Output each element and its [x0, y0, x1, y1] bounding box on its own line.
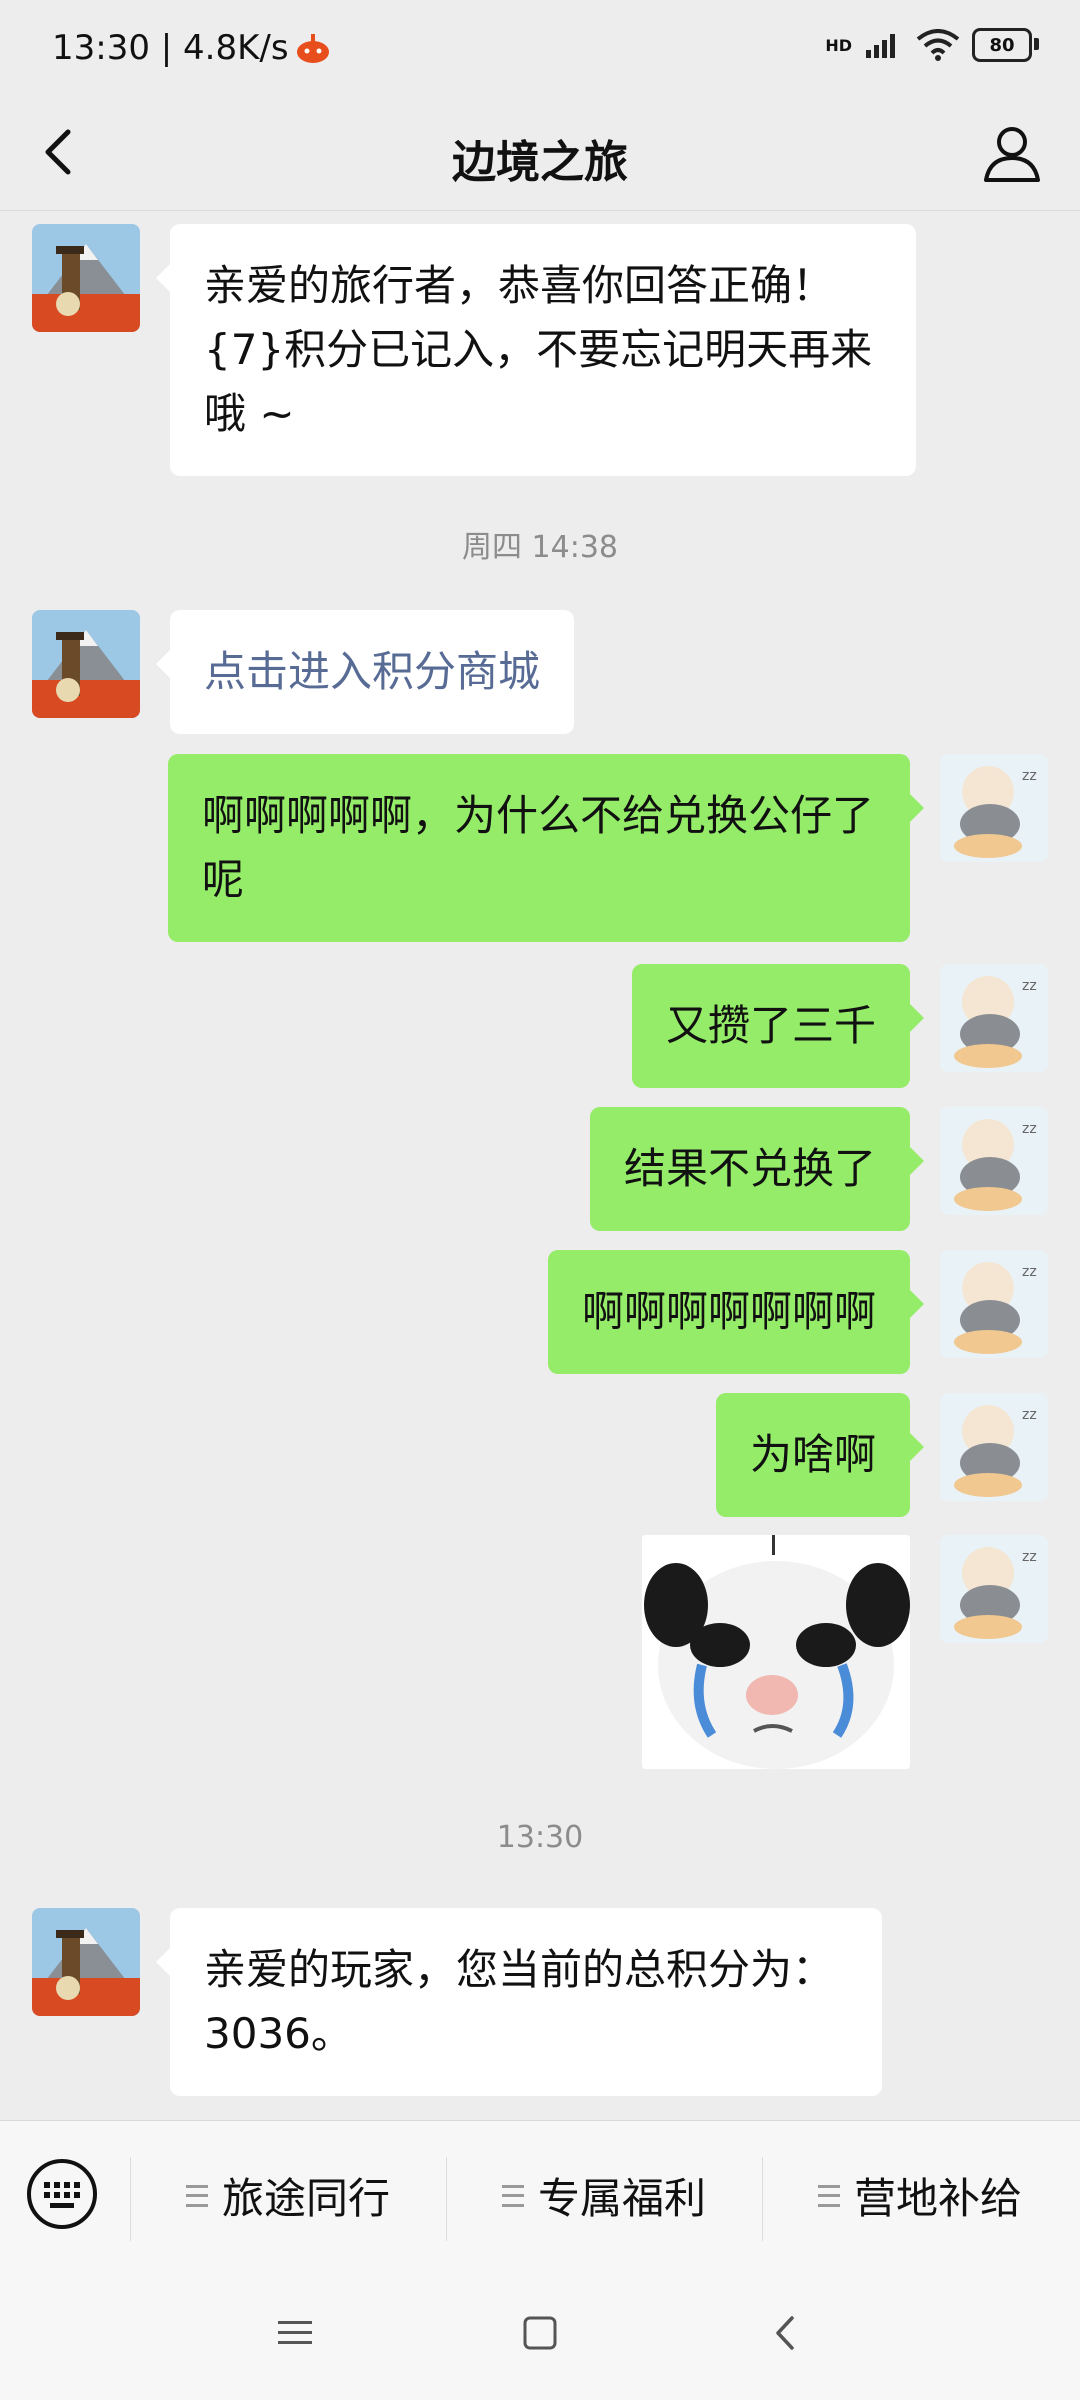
home-icon[interactable]	[515, 2308, 565, 2358]
network-type: HD	[825, 35, 852, 55]
menu-icon[interactable]	[270, 2308, 320, 2358]
message-bubble-outgoing[interactable]: 为啥啊	[715, 1393, 925, 1517]
message-bubble-outgoing[interactable]: 啊啊啊啊啊啊啊	[547, 1250, 925, 1374]
chat-header: 边境之旅	[0, 100, 1080, 211]
menu-divider	[762, 2157, 763, 2241]
user-avatar[interactable]: zz	[940, 1535, 1048, 1643]
sleeping-baby-avatar-icon: zz	[940, 754, 1048, 862]
timestamp: 周四 14:38	[462, 530, 618, 565]
menu-item-supply[interactable]: 营地补给	[818, 2165, 1022, 2226]
message-text: 结果不兑换了	[623, 1144, 876, 1193]
user-avatar[interactable]: zz	[940, 1250, 1048, 1358]
svg-text:zz: zz	[1022, 1407, 1037, 1423]
user-avatar[interactable]: zz	[940, 1393, 1048, 1501]
message-text: 啊啊啊啊啊，为什么不给兑换公仔了呢	[202, 791, 875, 904]
panda-crying-icon	[642, 1535, 910, 1769]
bot-avatar[interactable]	[32, 610, 140, 718]
message-text: 为啥啊	[749, 1430, 876, 1479]
svg-text:zz: zz	[1022, 1121, 1037, 1137]
person-icon[interactable]	[980, 120, 1044, 184]
wifi-icon	[916, 29, 960, 61]
message-bubble-incoming[interactable]: 亲爱的玩家，您当前的总积分为：3036。	[156, 1908, 882, 2096]
svg-text:zz: zz	[1022, 768, 1037, 784]
svg-text:zz: zz	[1022, 1549, 1037, 1565]
message-bubble-incoming[interactable]: 点击进入积分商城	[155, 610, 575, 734]
timestamp: 13:30	[496, 1820, 584, 1855]
sleeping-baby-avatar-icon: zz	[940, 1250, 1048, 1358]
sleeping-baby-avatar-icon: zz	[940, 1393, 1048, 1501]
status-bar: 13:30 | 4.8K/s HD 80	[0, 0, 1080, 100]
message-text: 亲爱的玩家，您当前的总积分为：3036。	[204, 1945, 835, 2058]
menu-lines-icon	[186, 2184, 208, 2207]
menu-item-benefits[interactable]: 专属福利	[502, 2165, 706, 2226]
signal-icon	[866, 34, 895, 58]
chat-area[interactable]: 亲爱的旅行者，恭喜你回答正确！{7}积分已记入，不要忘记明天再来哦 ~ 周四 1…	[0, 210, 1080, 2120]
message-bubble-outgoing[interactable]: 又攒了三千	[631, 964, 925, 1088]
traveler-avatar-icon	[32, 610, 140, 718]
battery-level: 80	[989, 34, 1015, 56]
menu-item-label: 营地补给	[854, 2174, 1023, 2223]
user-avatar[interactable]: zz	[940, 964, 1048, 1072]
traveler-avatar-icon	[32, 224, 140, 332]
menu-divider	[446, 2157, 447, 2241]
sleeping-baby-avatar-icon: zz	[940, 964, 1048, 1072]
message-bubble-outgoing[interactable]: 啊啊啊啊啊，为什么不给兑换公仔了呢	[168, 754, 924, 942]
battery-icon: 80	[972, 28, 1039, 62]
menu-lines-icon	[502, 2184, 524, 2207]
user-avatar[interactable]: zz	[940, 754, 1048, 862]
panda-crying-sticker[interactable]	[642, 1535, 910, 1769]
svg-text:zz: zz	[1022, 978, 1037, 994]
message-bubble-outgoing[interactable]: 结果不兑换了	[589, 1107, 925, 1231]
bottom-menu-bar: 旅途同行 专属福利 营地补给	[0, 2120, 1080, 2271]
message-text: 亲爱的旅行者，恭喜你回答正确！{7}积分已记入，不要忘记明天再来哦 ~	[204, 261, 873, 438]
bot-avatar[interactable]	[32, 224, 140, 332]
back-icon[interactable]	[760, 2308, 810, 2358]
sleeping-baby-avatar-icon: zz	[940, 1107, 1048, 1215]
message-bubble-incoming[interactable]: 亲爱的旅行者，恭喜你回答正确！{7}积分已记入，不要忘记明天再来哦 ~	[156, 224, 916, 476]
status-time-speed: 13:30 | 4.8K/s	[52, 28, 289, 68]
message-text: 又攒了三千	[665, 1001, 876, 1050]
menu-divider	[130, 2157, 131, 2241]
user-avatar[interactable]: zz	[940, 1107, 1048, 1215]
svg-text:zz: zz	[1022, 1264, 1037, 1280]
status-right: HD 80	[825, 28, 1039, 62]
bot-avatar[interactable]	[32, 1908, 140, 2016]
menu-item-label: 专属福利	[538, 2174, 707, 2223]
app-notification-icon	[296, 34, 329, 63]
menu-item-label: 旅途同行	[222, 2174, 391, 2223]
menu-item-journey[interactable]: 旅途同行	[186, 2165, 390, 2226]
traveler-avatar-icon	[32, 1908, 140, 2016]
menu-lines-icon	[818, 2184, 840, 2207]
page-title: 边境之旅	[452, 137, 628, 188]
points-mall-link[interactable]: 点击进入积分商城	[204, 647, 540, 696]
status-left: 13:30 | 4.8K/s	[52, 28, 331, 68]
sleeping-baby-avatar-icon: zz	[940, 1535, 1048, 1643]
message-text: 啊啊啊啊啊啊啊	[581, 1287, 876, 1336]
keyboard-icon[interactable]	[26, 2158, 98, 2230]
system-nav-bar	[0, 2270, 1080, 2400]
